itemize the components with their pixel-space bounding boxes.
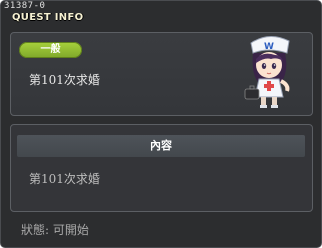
window-title: QUEST INFO <box>12 12 84 23</box>
svg-text:W: W <box>264 42 274 52</box>
quest-summary-panel: 一般 第101次求婚 W <box>10 32 313 116</box>
quest-info-window: 31387-0 QUEST INFO 一般 第101次求婚 W 內容 第101次… <box>0 0 322 248</box>
quest-status: 狀態: 可開始 <box>21 223 89 237</box>
title-bar[interactable]: QUEST INFO <box>2 10 320 28</box>
quest-category-badge: 一般 <box>19 42 82 58</box>
quest-name: 第101次求婚 <box>29 73 100 87</box>
content-text: 第101次求婚 <box>29 172 100 186</box>
quest-content-panel: 內容 第101次求婚 <box>10 124 313 212</box>
content-header: 內容 <box>17 135 305 157</box>
nurse-npc-icon: W <box>244 36 290 108</box>
